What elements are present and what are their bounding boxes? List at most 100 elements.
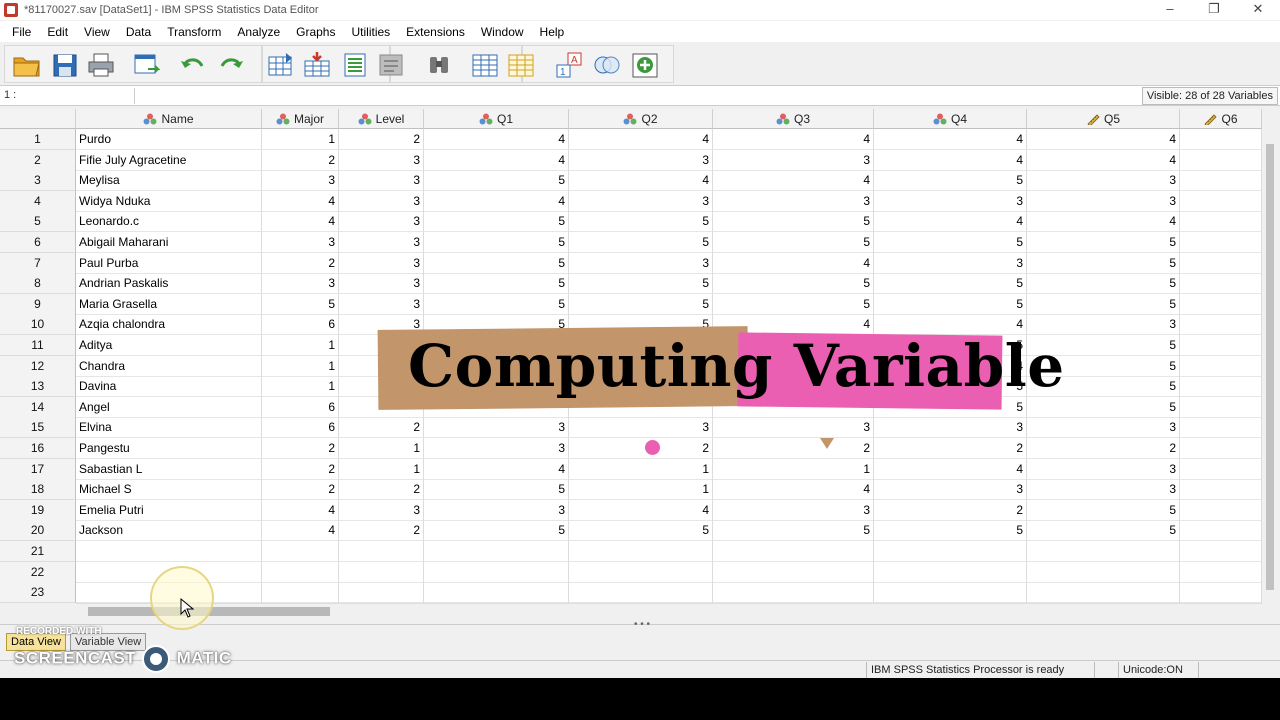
find-icon[interactable] [424, 51, 454, 79]
data-cell[interactable]: 4 [1027, 211, 1180, 232]
variables-icon[interactable] [340, 51, 370, 79]
data-cell[interactable]: 3 [424, 417, 569, 438]
data-cell[interactable] [262, 562, 339, 583]
data-cell[interactable] [874, 562, 1027, 583]
data-cell[interactable]: 5 [1027, 294, 1180, 315]
data-cell[interactable] [1180, 294, 1262, 315]
data-cell[interactable]: 3 [713, 417, 874, 438]
data-cell[interactable]: 4 [874, 459, 1027, 480]
menu-help[interactable]: Help [532, 25, 573, 39]
row-header[interactable]: 16 [0, 438, 76, 459]
data-cell[interactable] [1180, 314, 1262, 335]
name-cell[interactable] [76, 541, 262, 562]
data-cell[interactable] [424, 541, 569, 562]
data-cell[interactable]: 3 [339, 232, 424, 253]
name-cell[interactable]: Sabastian L [76, 459, 262, 480]
data-cell[interactable] [1180, 150, 1262, 171]
row-header[interactable]: 9 [0, 294, 76, 315]
data-cell[interactable]: 5 [424, 294, 569, 315]
data-cell[interactable]: 3 [262, 232, 339, 253]
data-cell[interactable]: 3 [339, 211, 424, 232]
data-cell[interactable]: 3 [1027, 479, 1180, 500]
data-cell[interactable]: 3 [1027, 459, 1180, 480]
name-cell[interactable]: Michael S [76, 479, 262, 500]
name-cell[interactable]: Purdo [76, 129, 262, 150]
column-header-name[interactable]: Name [76, 109, 262, 129]
name-cell[interactable]: Abigail Maharani [76, 232, 262, 253]
menu-extensions[interactable]: Extensions [398, 25, 473, 39]
data-cell[interactable]: 3 [339, 253, 424, 274]
data-cell[interactable] [1180, 191, 1262, 212]
data-cell[interactable]: 4 [874, 211, 1027, 232]
data-cell[interactable]: 2 [339, 417, 424, 438]
data-cell[interactable]: 2 [262, 479, 339, 500]
name-cell[interactable]: Widya Nduka [76, 191, 262, 212]
column-header-q6[interactable]: Q6 [1180, 109, 1262, 129]
recall-dialog-icon[interactable] [132, 51, 162, 79]
data-cell[interactable]: 4 [569, 170, 713, 191]
data-cell[interactable] [1180, 253, 1262, 274]
menu-data[interactable]: Data [118, 25, 159, 39]
menu-analyze[interactable]: Analyze [229, 25, 288, 39]
data-cell[interactable]: 3 [339, 500, 424, 521]
data-cell[interactable]: 5 [874, 520, 1027, 541]
data-cell[interactable]: 5 [424, 479, 569, 500]
data-cell[interactable] [1027, 562, 1180, 583]
menu-edit[interactable]: Edit [39, 25, 76, 39]
data-cell[interactable]: 3 [424, 500, 569, 521]
data-cell[interactable]: 5 [874, 294, 1027, 315]
data-cell[interactable]: 4 [262, 211, 339, 232]
data-cell[interactable] [1180, 562, 1262, 583]
data-cell[interactable] [1180, 129, 1262, 150]
menu-utilities[interactable]: Utilities [343, 25, 398, 39]
close-button[interactable]: ✕ [1236, 0, 1280, 20]
data-cell[interactable]: 6 [262, 417, 339, 438]
use-sets-icon[interactable] [592, 51, 622, 79]
data-cell[interactable]: 2 [713, 438, 874, 459]
data-cell[interactable]: 4 [262, 520, 339, 541]
data-cell[interactable]: 5 [569, 520, 713, 541]
data-cell[interactable]: 6 [262, 314, 339, 335]
data-cell[interactable]: 3 [569, 253, 713, 274]
data-cell[interactable]: 4 [713, 170, 874, 191]
data-cell[interactable]: 1 [339, 459, 424, 480]
data-cell[interactable]: 4 [424, 459, 569, 480]
insert-variable-icon[interactable] [506, 51, 536, 79]
data-cell[interactable] [1180, 397, 1262, 418]
data-cell[interactable] [874, 582, 1027, 603]
name-cell[interactable]: Davina [76, 376, 262, 397]
data-cell[interactable]: 2 [262, 150, 339, 171]
data-cell[interactable]: 5 [424, 170, 569, 191]
value-labels-icon[interactable]: A1 [554, 51, 584, 79]
name-cell[interactable]: Aditya [76, 335, 262, 356]
tab-data-view[interactable]: Data View [6, 633, 66, 651]
data-cell[interactable] [713, 582, 874, 603]
column-header-q4[interactable]: Q4 [874, 109, 1027, 129]
data-cell[interactable]: 1 [262, 356, 339, 377]
data-cell[interactable]: 2 [339, 129, 424, 150]
data-cell[interactable]: 3 [569, 417, 713, 438]
redo-icon[interactable] [216, 51, 246, 79]
data-cell[interactable] [262, 582, 339, 603]
data-cell[interactable] [339, 582, 424, 603]
column-header-q3[interactable]: Q3 [713, 109, 874, 129]
save-icon[interactable] [50, 51, 80, 79]
data-cell[interactable] [1180, 417, 1262, 438]
run-descriptives-icon[interactable] [376, 51, 406, 79]
data-cell[interactable] [569, 562, 713, 583]
data-cell[interactable]: 5 [1027, 273, 1180, 294]
data-cell[interactable]: 1 [339, 438, 424, 459]
row-header[interactable]: 8 [0, 273, 76, 294]
data-cell[interactable]: 5 [713, 232, 874, 253]
row-header[interactable]: 12 [0, 356, 76, 377]
data-cell[interactable] [1180, 335, 1262, 356]
data-cell[interactable]: 2 [1027, 438, 1180, 459]
print-icon[interactable] [86, 51, 116, 79]
name-cell[interactable]: Pangestu [76, 438, 262, 459]
row-header[interactable]: 7 [0, 253, 76, 274]
data-cell[interactable]: 5 [1027, 253, 1180, 274]
insert-cases-icon[interactable] [470, 51, 500, 79]
data-cell[interactable]: 3 [569, 191, 713, 212]
row-header[interactable]: 19 [0, 500, 76, 521]
data-cell[interactable] [1180, 520, 1262, 541]
